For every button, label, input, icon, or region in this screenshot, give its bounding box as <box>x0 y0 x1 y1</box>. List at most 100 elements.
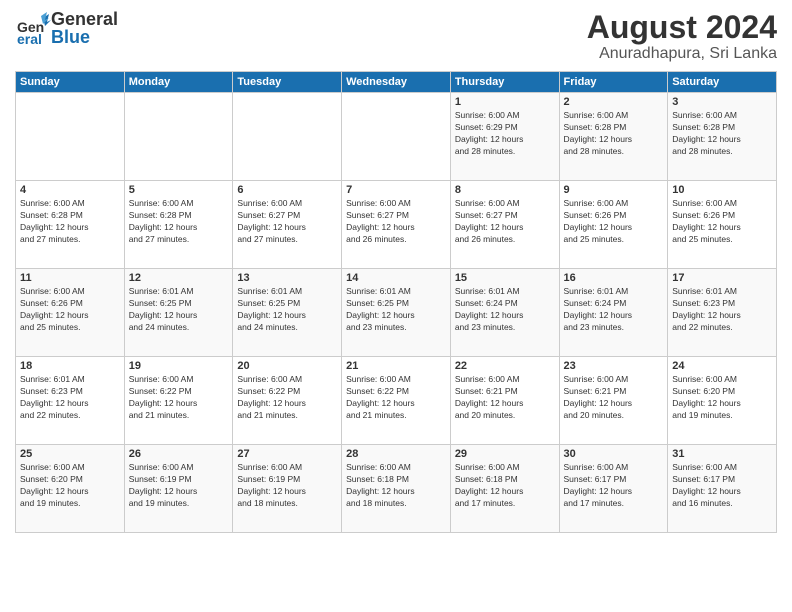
day-number: 9 <box>564 184 664 196</box>
day-info: Sunrise: 6:01 AMSunset: 6:23 PMDaylight:… <box>672 286 772 334</box>
logo: Gen eral General Blue <box>15 10 118 46</box>
calendar-cell: 10Sunrise: 6:00 AMSunset: 6:26 PMDayligh… <box>668 181 777 269</box>
day-number: 22 <box>455 360 555 372</box>
page-subtitle: Anuradhapura, Sri Lanka <box>587 45 777 63</box>
logo-text: General <box>51 10 118 28</box>
day-number: 23 <box>564 360 664 372</box>
day-info: Sunrise: 6:01 AMSunset: 6:25 PMDaylight:… <box>346 286 446 334</box>
day-info: Sunrise: 6:01 AMSunset: 6:23 PMDaylight:… <box>20 374 120 422</box>
day-number: 3 <box>672 96 772 108</box>
calendar-cell: 20 Sunrise: 6:00 AMSunset: 6:22 PMDayligh… <box>233 357 342 445</box>
calendar-cell: 2 Sunrise: 6:00 AMSunset: 6:28 PMDaylight… <box>559 93 668 181</box>
day-info: Sunrise: 6:00 AMSunset: 6:22 PMDaylight:… <box>237 374 337 422</box>
calendar-cell: 14Sunrise: 6:01 AMSunset: 6:25 PMDayligh… <box>342 269 451 357</box>
calendar-header-row: Sunday Monday Tuesday Wednesday Thursday… <box>16 72 777 93</box>
day-info: Sunrise: 6:00 AMSunset: 6:18 PMDaylight:… <box>455 462 555 510</box>
day-number: 19 <box>129 360 229 372</box>
day-info: Sunrise: 6:01 AMSunset: 6:25 PMDaylight:… <box>129 286 229 334</box>
calendar-cell: 3Sunrise: 6:00 AMSunset: 6:28 PMDaylight… <box>668 93 777 181</box>
day-number: 6 <box>237 184 337 196</box>
day-number: 18 <box>20 360 120 372</box>
calendar-cell: 31 Sunrise: 6:00 AMSunset: 6:17 PMDayligh… <box>668 445 777 533</box>
calendar-cell: 4Sunrise: 6:00 AMSunset: 6:28 PMDaylight… <box>16 181 125 269</box>
day-info: Sunrise: 6:00 AMSunset: 6:17 PMDaylight:… <box>672 462 772 510</box>
calendar-week-4: 18 Sunrise: 6:01 AMSunset: 6:23 PMDayligh… <box>16 357 777 445</box>
header: Gen eral General Blue August 2024 Anurad… <box>15 10 777 63</box>
calendar-cell: 7Sunrise: 6:00 AMSunset: 6:27 PMDaylight… <box>342 181 451 269</box>
day-number: 4 <box>20 184 120 196</box>
calendar-cell: 15 Sunrise: 6:01 AMSunset: 6:24 PMDayligh… <box>450 269 559 357</box>
day-info: Sunrise: 6:00 AMSunset: 6:20 PMDaylight:… <box>672 374 772 422</box>
day-number: 24 <box>672 360 772 372</box>
calendar-cell: 13Sunrise: 6:01 AMSunset: 6:25 PMDayligh… <box>233 269 342 357</box>
day-number: 20 <box>237 360 337 372</box>
col-friday: Friday <box>559 72 668 93</box>
day-number: 16 <box>564 272 664 284</box>
calendar-week-1: 1Sunrise: 6:00 AMSunset: 6:29 PMDaylight… <box>16 93 777 181</box>
day-info: Sunrise: 6:00 AMSunset: 6:22 PMDaylight:… <box>129 374 229 422</box>
col-monday: Monday <box>124 72 233 93</box>
day-number: 2 <box>564 96 664 108</box>
calendar-cell: 24 Sunrise: 6:00 AMSunset: 6:20 PMDayligh… <box>668 357 777 445</box>
calendar-cell <box>124 93 233 181</box>
calendar-cell: 18 Sunrise: 6:01 AMSunset: 6:23 PMDayligh… <box>16 357 125 445</box>
calendar-cell: 6 Sunrise: 6:00 AMSunset: 6:27 PMDaylight… <box>233 181 342 269</box>
page: Gen eral General Blue August 2024 Anurad… <box>0 0 792 612</box>
calendar-cell: 5Sunrise: 6:00 AMSunset: 6:28 PMDaylight… <box>124 181 233 269</box>
day-number: 10 <box>672 184 772 196</box>
calendar-cell: 11 Sunrise: 6:00 AMSunset: 6:26 PMDayligh… <box>16 269 125 357</box>
calendar: Sunday Monday Tuesday Wednesday Thursday… <box>15 71 777 533</box>
day-info: Sunrise: 6:00 AMSunset: 6:28 PMDaylight:… <box>564 110 664 158</box>
day-number: 15 <box>455 272 555 284</box>
day-info: Sunrise: 6:00 AMSunset: 6:21 PMDaylight:… <box>564 374 664 422</box>
calendar-cell: 23 Sunrise: 6:00 AMSunset: 6:21 PMDayligh… <box>559 357 668 445</box>
day-number: 27 <box>237 448 337 460</box>
day-info: Sunrise: 6:00 AMSunset: 6:22 PMDaylight:… <box>346 374 446 422</box>
day-info: Sunrise: 6:01 AMSunset: 6:24 PMDaylight:… <box>564 286 664 334</box>
calendar-cell: 17 Sunrise: 6:01 AMSunset: 6:23 PMDayligh… <box>668 269 777 357</box>
day-number: 1 <box>455 96 555 108</box>
day-number: 21 <box>346 360 446 372</box>
page-title: August 2024 <box>587 10 777 45</box>
calendar-week-5: 25 Sunrise: 6:00 AMSunset: 6:20 PMDayligh… <box>16 445 777 533</box>
calendar-cell: 19 Sunrise: 6:00 AMSunset: 6:22 PMDayligh… <box>124 357 233 445</box>
col-sunday: Sunday <box>16 72 125 93</box>
calendar-cell: 9 Sunrise: 6:00 AMSunset: 6:26 PMDaylight… <box>559 181 668 269</box>
day-number: 5 <box>129 184 229 196</box>
day-number: 29 <box>455 448 555 460</box>
day-info: Sunrise: 6:00 AMSunset: 6:17 PMDaylight:… <box>564 462 664 510</box>
col-thursday: Thursday <box>450 72 559 93</box>
col-wednesday: Wednesday <box>342 72 451 93</box>
calendar-cell <box>233 93 342 181</box>
day-number: 12 <box>129 272 229 284</box>
col-tuesday: Tuesday <box>233 72 342 93</box>
calendar-cell <box>16 93 125 181</box>
day-info: Sunrise: 6:01 AMSunset: 6:24 PMDaylight:… <box>455 286 555 334</box>
day-number: 26 <box>129 448 229 460</box>
day-info: Sunrise: 6:00 AMSunset: 6:20 PMDaylight:… <box>20 462 120 510</box>
day-number: 11 <box>20 272 120 284</box>
calendar-cell <box>342 93 451 181</box>
day-info: Sunrise: 6:00 AMSunset: 6:26 PMDaylight:… <box>564 198 664 246</box>
col-saturday: Saturday <box>668 72 777 93</box>
calendar-week-3: 11 Sunrise: 6:00 AMSunset: 6:26 PMDayligh… <box>16 269 777 357</box>
svg-text:eral: eral <box>17 31 42 46</box>
day-number: 8 <box>455 184 555 196</box>
day-info: Sunrise: 6:01 AMSunset: 6:25 PMDaylight:… <box>237 286 337 334</box>
calendar-cell: 1Sunrise: 6:00 AMSunset: 6:29 PMDaylight… <box>450 93 559 181</box>
calendar-cell: 21 Sunrise: 6:00 AMSunset: 6:22 PMDayligh… <box>342 357 451 445</box>
day-number: 17 <box>672 272 772 284</box>
logo-icon: Gen eral <box>15 10 51 46</box>
calendar-cell: 26Sunrise: 6:00 AMSunset: 6:19 PMDayligh… <box>124 445 233 533</box>
calendar-cell: 30Sunrise: 6:00 AMSunset: 6:17 PMDayligh… <box>559 445 668 533</box>
day-info: Sunrise: 6:00 AMSunset: 6:21 PMDaylight:… <box>455 374 555 422</box>
day-info: Sunrise: 6:00 AMSunset: 6:26 PMDaylight:… <box>20 286 120 334</box>
day-info: Sunrise: 6:00 AMSunset: 6:27 PMDaylight:… <box>237 198 337 246</box>
calendar-cell: 16 Sunrise: 6:01 AMSunset: 6:24 PMDayligh… <box>559 269 668 357</box>
calendar-cell: 29 Sunrise: 6:00 AMSunset: 6:18 PMDayligh… <box>450 445 559 533</box>
day-info: Sunrise: 6:00 AMSunset: 6:27 PMDaylight:… <box>346 198 446 246</box>
day-number: 25 <box>20 448 120 460</box>
day-number: 31 <box>672 448 772 460</box>
calendar-cell: 28Sunrise: 6:00 AMSunset: 6:18 PMDayligh… <box>342 445 451 533</box>
calendar-cell: 27Sunrise: 6:00 AMSunset: 6:19 PMDayligh… <box>233 445 342 533</box>
